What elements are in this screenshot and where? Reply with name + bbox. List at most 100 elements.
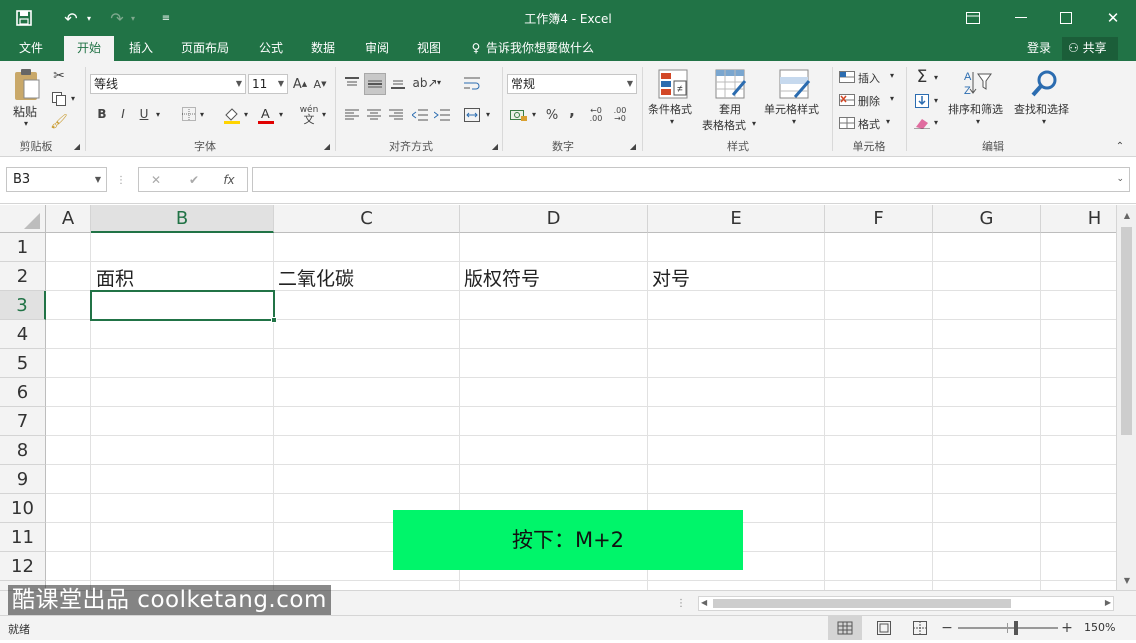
customize-icon[interactable]: ≡	[158, 8, 174, 28]
insert-function-icon[interactable]: fx	[218, 170, 240, 190]
page-break-view-icon[interactable]	[910, 619, 930, 637]
clear-dropdown-icon[interactable]: ▾	[934, 118, 938, 127]
fill-icon[interactable]	[912, 91, 932, 111]
find-select-icon[interactable]	[1028, 67, 1062, 99]
increase-indent-icon[interactable]	[432, 105, 452, 125]
font-color-dropdown-icon[interactable]: ▾	[279, 110, 283, 119]
table-dropdown-icon[interactable]: ▾	[752, 119, 756, 128]
find-select-button[interactable]: 查找和选择	[1014, 101, 1069, 117]
phonetic-icon[interactable]: wén 文	[298, 105, 320, 126]
row-header[interactable]: 9	[0, 465, 46, 494]
row-header[interactable]: 6	[0, 378, 46, 407]
align-center-icon[interactable]	[364, 105, 384, 125]
row-header[interactable]: 7	[0, 407, 46, 436]
font-launcher-icon[interactable]: ◢	[322, 141, 332, 151]
cell-b2[interactable]: 面积	[96, 264, 134, 291]
clipboard-launcher-icon[interactable]: ◢	[72, 141, 82, 151]
insert-cells-icon[interactable]	[838, 69, 856, 85]
wrap-text-icon[interactable]	[462, 73, 482, 93]
scroll-down-icon[interactable]: ▼	[1120, 574, 1134, 586]
tab-home[interactable]: 开始	[64, 36, 114, 61]
format-as-table-icon[interactable]	[714, 67, 748, 101]
tell-me-search[interactable]: 告诉我你想要做什么	[486, 36, 602, 61]
bold-button[interactable]: B	[94, 105, 110, 123]
column-header-e[interactable]: E	[648, 205, 825, 233]
row-header[interactable]: 2	[0, 262, 46, 291]
tab-file[interactable]: 文件	[8, 36, 54, 61]
autosum-icon[interactable]: Σ	[912, 67, 932, 87]
format-cells-icon[interactable]	[838, 115, 856, 131]
undo-icon[interactable]: ↶	[60, 8, 82, 28]
tab-review[interactable]: 审阅	[356, 36, 398, 61]
undo-dropdown-icon[interactable]: ▾	[84, 10, 94, 26]
scroll-thumb[interactable]	[1121, 227, 1132, 435]
fill-dropdown-icon[interactable]: ▾	[934, 96, 938, 105]
select-all-corner[interactable]	[0, 205, 46, 233]
zoom-out-icon[interactable]: −	[940, 619, 954, 637]
cell-d2[interactable]: 版权符号	[464, 264, 540, 291]
column-header-h[interactable]: H	[1041, 205, 1116, 233]
row-header-selected[interactable]: 3	[0, 291, 46, 320]
alignment-launcher-icon[interactable]: ◢	[490, 141, 500, 151]
close-icon[interactable]: ✕	[1102, 8, 1124, 28]
enter-icon[interactable]: ✔	[184, 170, 204, 190]
scroll-up-icon[interactable]: ▲	[1120, 209, 1134, 221]
sort-dropdown-icon[interactable]: ▾	[976, 117, 980, 126]
paste-icon[interactable]	[10, 67, 44, 103]
horizontal-scrollbar[interactable]: ◀ ▶	[698, 596, 1114, 611]
column-header-f[interactable]: F	[825, 205, 933, 233]
login-link[interactable]: 登录	[1022, 36, 1056, 61]
zoom-slider[interactable]	[958, 621, 1058, 635]
row-header[interactable]: 5	[0, 349, 46, 378]
tab-insert[interactable]: 插入	[120, 36, 162, 61]
autosum-dropdown-icon[interactable]: ▾	[934, 73, 938, 82]
more-dots-icon[interactable]: ⋮	[676, 596, 686, 610]
active-cell-b3[interactable]	[90, 290, 275, 321]
tab-formulas[interactable]: 公式	[250, 36, 292, 61]
accounting-dropdown-icon[interactable]: ▾	[532, 110, 536, 119]
share-button[interactable]: ⚇ 共享	[1062, 37, 1118, 60]
tab-view[interactable]: 视图	[408, 36, 450, 61]
paste-button[interactable]: 粘贴	[13, 103, 37, 120]
row-header[interactable]: 10	[0, 494, 46, 523]
ribbon-display-icon[interactable]	[962, 8, 984, 28]
cell-e2[interactable]: 对号	[652, 264, 690, 291]
tab-page-layout[interactable]: 页面布局	[172, 36, 238, 61]
save-icon[interactable]	[14, 8, 34, 28]
fill-handle[interactable]	[271, 317, 277, 323]
conditional-formatting-button[interactable]: 条件格式	[648, 101, 692, 117]
increase-font-icon[interactable]: A ▲	[292, 75, 308, 93]
orientation-icon[interactable]: ab↗	[412, 73, 437, 93]
decrease-font-icon[interactable]: A ▼	[312, 75, 328, 93]
paste-dropdown-icon[interactable]: ▾	[24, 119, 28, 128]
percent-button[interactable]: %	[543, 105, 561, 125]
number-launcher-icon[interactable]: ◢	[628, 141, 638, 151]
align-right-icon[interactable]	[386, 105, 406, 125]
decrease-indent-icon[interactable]	[410, 105, 430, 125]
normal-view-button[interactable]	[828, 616, 862, 640]
row-header[interactable]: 1	[0, 233, 46, 262]
find-dropdown-icon[interactable]: ▾	[1042, 117, 1046, 126]
collapse-ribbon-icon[interactable]: ⌃	[1112, 139, 1128, 153]
cut-icon[interactable]: ✂	[50, 67, 68, 85]
align-left-icon[interactable]	[342, 105, 362, 125]
copy-dropdown-icon[interactable]: ▾	[71, 94, 75, 103]
phonetic-dropdown-icon[interactable]: ▾	[322, 110, 326, 119]
vertical-scrollbar[interactable]: ▲ ▼	[1116, 205, 1136, 590]
row-header[interactable]: 11	[0, 523, 46, 552]
column-header-c[interactable]: C	[274, 205, 460, 233]
delete-cells-icon[interactable]	[838, 92, 856, 108]
cell-styles-icon[interactable]	[778, 67, 812, 101]
chevron-down-icon[interactable]: ▼	[95, 168, 101, 191]
tab-data[interactable]: 数据	[302, 36, 344, 61]
clear-icon[interactable]	[912, 113, 932, 133]
conditional-formatting-icon[interactable]: ≠	[656, 67, 690, 101]
zoom-level[interactable]: 150%	[1084, 621, 1115, 634]
italic-button[interactable]: I	[115, 105, 131, 123]
scroll-left-icon[interactable]: ◀	[701, 598, 707, 607]
cell-c2[interactable]: 二氧化碳	[278, 264, 354, 291]
underline-button[interactable]: U	[136, 105, 152, 123]
sort-filter-icon[interactable]: AZ	[960, 67, 994, 99]
format-dropdown-icon[interactable]: ▾	[886, 117, 890, 126]
number-format-select[interactable]: 常规 ▼	[507, 74, 637, 94]
